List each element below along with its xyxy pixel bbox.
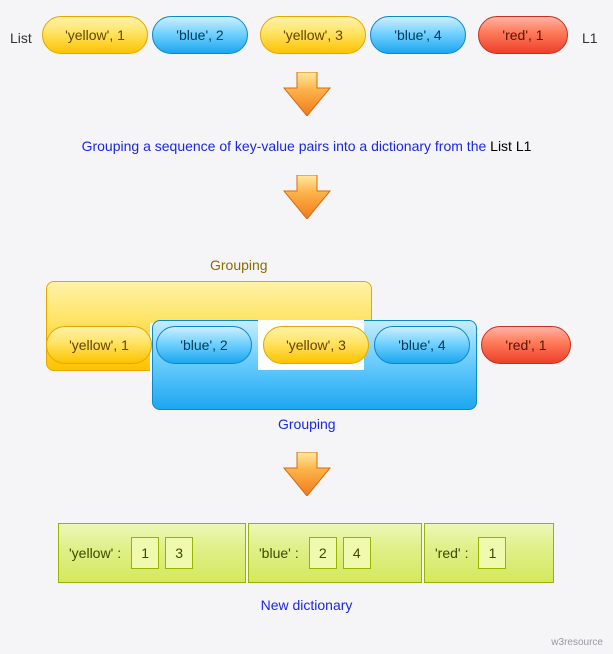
description-list-ref: List L1	[490, 138, 531, 154]
pill-yellow-1: 'yellow', 1	[42, 16, 148, 54]
dict-value-box: 1	[478, 537, 506, 569]
description-text: Grouping a sequence of key-value pairs i…	[0, 138, 613, 154]
attribution-text: w3resource	[551, 637, 603, 648]
dict-value-box: 1	[131, 537, 159, 569]
grouping-label-bottom: Grouping	[278, 416, 336, 432]
pill-yellow-3-mid: 'yellow', 3	[263, 326, 369, 364]
colon-text: :	[117, 545, 121, 561]
new-dict-label: New dictionary	[0, 597, 613, 613]
arrow-down-icon	[282, 452, 332, 496]
arrow-down-icon	[282, 72, 332, 116]
pill-yellow-3: 'yellow', 3	[260, 16, 366, 54]
colon-text: :	[295, 545, 299, 561]
pill-yellow-1-mid: 'yellow', 1	[46, 326, 152, 364]
dict-key: 'yellow'	[69, 545, 113, 561]
pill-red-1: 'red', 1	[478, 16, 568, 54]
list-label-right: L1	[582, 30, 598, 46]
description-phrase: Grouping a sequence of key-value pairs i…	[82, 138, 491, 154]
dict-key: 'blue'	[259, 545, 291, 561]
grouping-label-top: Grouping	[210, 257, 268, 273]
dict-value-box: 4	[343, 537, 371, 569]
dict-key: 'red'	[435, 545, 461, 561]
pill-blue-2-mid: 'blue', 2	[156, 326, 252, 364]
pill-blue-2: 'blue', 2	[152, 16, 248, 54]
pill-blue-4: 'blue', 4	[370, 16, 466, 54]
diagram-canvas: List L1 'yellow', 1 'blue', 2 'yellow', …	[0, 0, 613, 654]
dict-cell-blue: 'blue' : 2 4	[248, 523, 422, 583]
arrow-down-icon	[282, 175, 332, 219]
dict-cell-yellow: 'yellow' : 1 3	[58, 523, 246, 583]
pill-red-1-mid: 'red', 1	[481, 326, 571, 364]
dict-value-box: 3	[165, 537, 193, 569]
colon-text: :	[465, 545, 469, 561]
dict-value-box: 2	[309, 537, 337, 569]
dict-cell-red: 'red' : 1	[424, 523, 554, 583]
pill-blue-4-mid: 'blue', 4	[374, 326, 470, 364]
list-label-left: List	[10, 30, 32, 46]
